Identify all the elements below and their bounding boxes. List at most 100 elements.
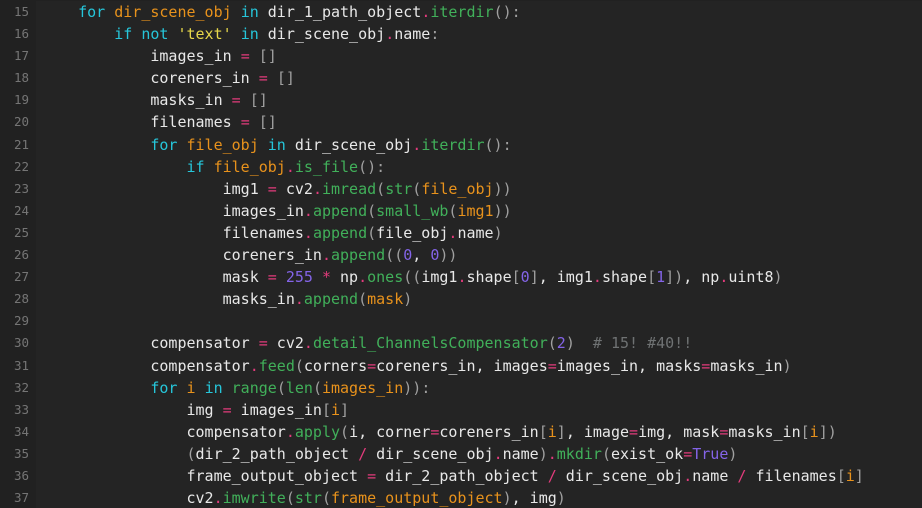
code-token: )): [493, 201, 512, 220]
code-token: .: [249, 356, 259, 375]
code-line[interactable]: for dir_scene_obj in dir_1_path_object.i…: [42, 1, 922, 23]
code-token: img, mask: [638, 422, 720, 441]
code-line[interactable]: for file_obj in dir_scene_obj.iterdir():: [42, 134, 922, 156]
code-line[interactable]: if file_obj.is_file():: [42, 156, 922, 178]
code-token: (: [376, 179, 386, 198]
code-token: images_in: [321, 378, 404, 397]
code-token: coreners_in, images: [376, 356, 548, 375]
code-token: dir_1_path_object: [258, 3, 422, 21]
code-token: shape: [601, 268, 648, 287]
code-token: detail_ChannelsCompensator: [312, 334, 548, 353]
code-token: *: [321, 268, 331, 287]
code-line[interactable]: (dir_2_path_object / dir_scene_obj.name)…: [42, 443, 922, 465]
editor-code-area[interactable]: 15 16 17 18 19 20 21 22 23 24 25 26 27 28 29 30 31 32 33 34…: [0, 0, 922, 508]
code-token: name: [692, 466, 729, 485]
code-token: .: [285, 422, 295, 441]
code-token: img: [42, 400, 214, 419]
code-token: )): [493, 179, 512, 198]
code-line[interactable]: coreners_in.append((0, 0)): [42, 244, 922, 266]
code-token: filenames: [746, 466, 837, 485]
code-token: .: [303, 201, 313, 220]
code-token: ): [782, 356, 792, 375]
code-line[interactable]: cv2.imwrite(str(frame_output_object), im…: [42, 487, 922, 508]
code-line[interactable]: images_in = []: [42, 45, 922, 67]
code-line[interactable]: compensator.feed(corners=coreners_in, im…: [42, 355, 922, 377]
code-editor[interactable]: 15 16 17 18 19 20 21 22 23 24 25 26 27 28 29 30 31 32 33 34…: [0, 0, 922, 508]
code-token: coreners_in: [42, 69, 250, 88]
code-token: =: [258, 334, 268, 353]
code-line[interactable]: frame_output_object = dir_2_path_object …: [42, 465, 922, 487]
code-line[interactable]: img1 = cv2.imread(str(file_obj)): [42, 178, 922, 200]
code-token: 'text': [177, 25, 232, 44]
code-token: 2: [556, 334, 566, 353]
code-token: /: [358, 444, 368, 463]
code-token: masks_in: [42, 91, 223, 110]
code-token: 255: [285, 268, 313, 287]
line-number: 37: [13, 490, 29, 506]
code-line[interactable]: mask = 255 * np.ones((img1.shape[0], img…: [42, 266, 922, 288]
code-token: .: [358, 268, 368, 287]
code-token: mkdir: [556, 444, 602, 463]
code-line[interactable]: compensator = cv2.detail_ChannelsCompens…: [42, 332, 922, 354]
code-token: img1: [457, 201, 494, 220]
code-token: append: [331, 246, 386, 265]
code-line[interactable]: filenames.append(file_obj.name): [42, 222, 922, 244]
code-token: (): [358, 157, 377, 176]
code-token: dir_scene_obj: [556, 466, 684, 485]
code-token: frame_output_object: [331, 489, 503, 508]
code-line[interactable]: images_in.append(small_wb(img1)): [42, 200, 922, 222]
code-token: (: [285, 489, 295, 508]
code-token: []: [276, 69, 295, 88]
code-line[interactable]: masks_in = []: [42, 89, 922, 111]
code-line[interactable]: coreners_in = []: [42, 67, 922, 89]
code-token: :: [430, 25, 440, 44]
code-token: .: [385, 25, 395, 44]
code-token: append: [312, 223, 368, 242]
code-token: uint8: [728, 268, 774, 287]
line-number: 19: [13, 92, 29, 108]
code-token: str: [294, 489, 322, 508]
line-number: 35: [13, 445, 29, 461]
code-line[interactable]: filenames = []: [42, 111, 922, 133]
line-number: 32: [13, 379, 29, 395]
code-token: , np: [683, 268, 720, 287]
code-line[interactable]: compensator.apply(i, corner=coreners_in[…: [42, 421, 922, 443]
code-token: if: [114, 25, 133, 44]
code-token: ]: [529, 268, 539, 287]
code-token: .: [285, 157, 295, 176]
code-token: compensator: [42, 356, 250, 375]
code-token: , img1: [538, 268, 593, 287]
code-token: cv2: [267, 334, 304, 353]
code-token: mask: [367, 290, 404, 309]
code-token: =: [367, 356, 377, 375]
code-token: dir_scene_obj: [285, 135, 413, 154]
line-number: 18: [13, 70, 29, 86]
code-line[interactable]: for i in range(len(images_in)):: [42, 377, 922, 399]
code-token: =: [629, 422, 639, 441]
code-token: 0: [403, 246, 413, 265]
code-line[interactable]: [42, 310, 922, 332]
code-token: masks_in: [42, 290, 295, 309]
code-line[interactable]: if not 'text' in dir_scene_obj.name:: [42, 23, 922, 45]
code-line[interactable]: masks_in.append(mask): [42, 288, 922, 310]
code-token: not: [141, 25, 169, 44]
code-line[interactable]: img = images_in[i]: [42, 399, 922, 421]
code-content[interactable]: for dir_scene_obj in dir_1_path_object.i…: [36, 1, 922, 508]
code-token: [: [511, 268, 521, 287]
code-token: [: [321, 400, 331, 419]
code-token: cv2: [42, 489, 214, 508]
